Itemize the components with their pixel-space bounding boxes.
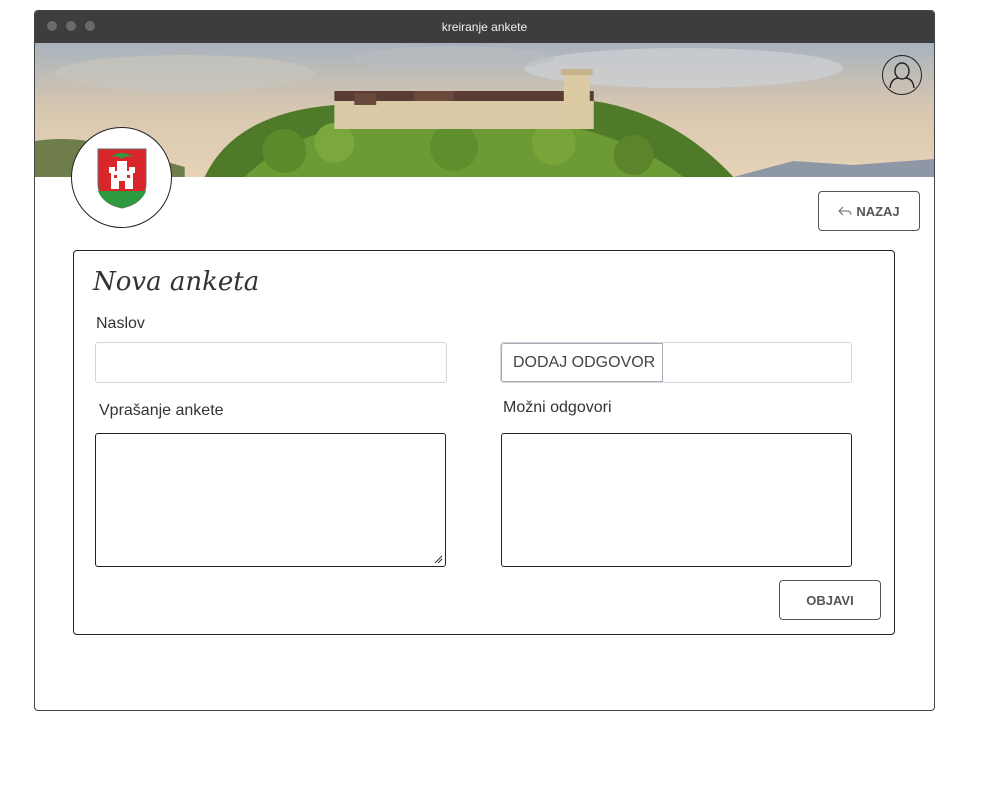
back-button[interactable]: NAZAJ <box>818 191 920 231</box>
publish-button[interactable]: OBJAVI <box>779 580 881 620</box>
user-profile-button[interactable] <box>882 55 922 95</box>
new-poll-form: Nova anketa Naslov DODAJ ODGOVOR Vprašan… <box>73 250 895 635</box>
window-title: kreiranje ankete <box>441 20 528 34</box>
question-label: Vprašanje ankete <box>99 402 224 419</box>
header-banner-image <box>35 43 934 177</box>
minimize-window-button[interactable] <box>66 21 76 31</box>
answers-textarea[interactable] <box>501 433 852 567</box>
add-answer-button[interactable]: DODAJ ODGOVOR <box>501 343 663 382</box>
window-controls <box>47 21 95 31</box>
question-textarea-wrap <box>95 433 446 567</box>
reply-arrow-icon <box>838 206 852 216</box>
maximize-window-button[interactable] <box>85 21 95 31</box>
title-label: Naslov <box>96 315 145 332</box>
title-input[interactable] <box>95 342 447 383</box>
add-answer-input[interactable] <box>663 343 851 382</box>
answers-label: Možni odgovori <box>503 399 612 416</box>
back-button-label: NAZAJ <box>856 203 900 219</box>
question-textarea[interactable] <box>95 433 446 567</box>
resize-grip-icon[interactable] <box>434 555 443 564</box>
castle-coat-of-arms-icon <box>97 148 146 209</box>
title-bar: kreiranje ankete <box>35 11 934 43</box>
form-title: Nova anketa <box>93 267 260 297</box>
add-answer-group: DODAJ ODGOVOR <box>500 342 852 383</box>
user-avatar-icon <box>889 62 915 89</box>
city-logo <box>71 127 172 228</box>
app-window: kreiranje ankete NAZAJ Nova anketa Naslo… <box>34 10 935 711</box>
close-window-button[interactable] <box>47 21 57 31</box>
